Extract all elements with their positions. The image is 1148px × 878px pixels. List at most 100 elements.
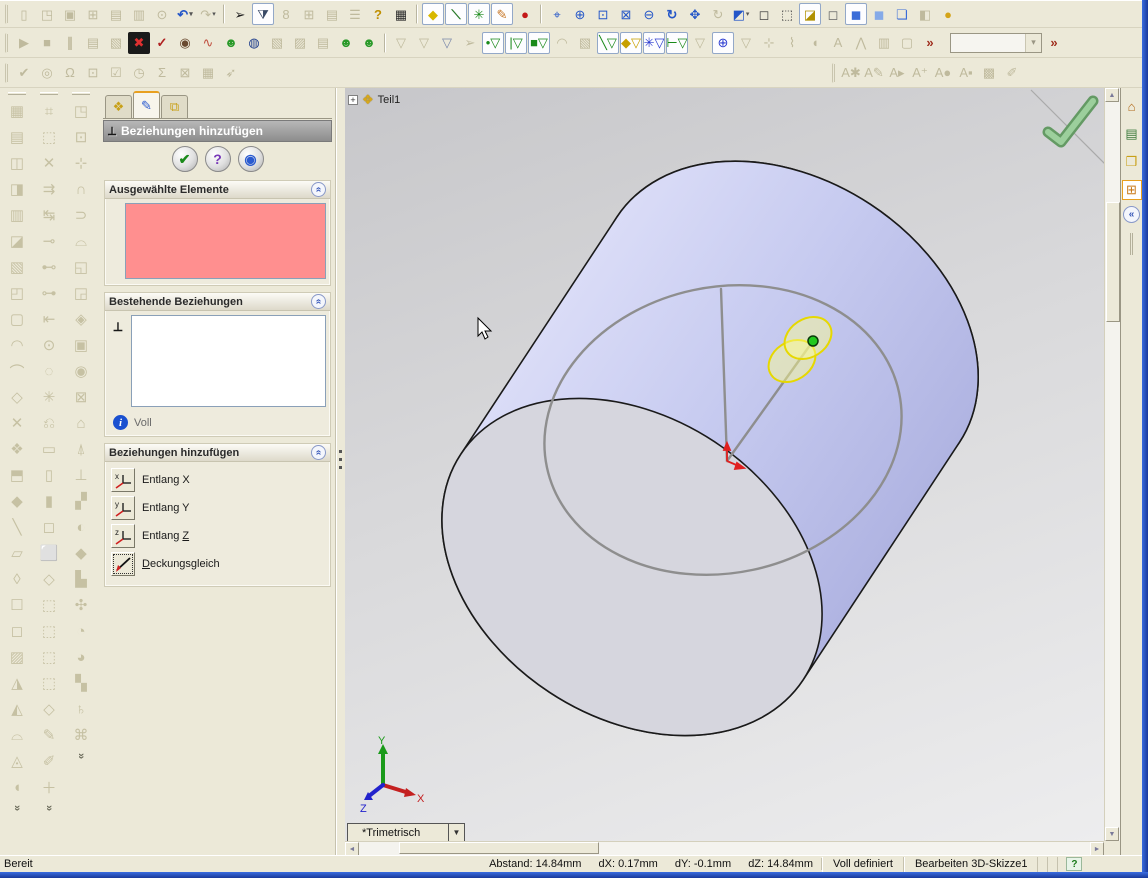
help-button[interactable]: ?	[205, 146, 231, 172]
filter-sketches-button[interactable]: ◆▽	[620, 32, 642, 54]
sketch-tool-button[interactable]: ✎	[37, 723, 61, 747]
surface-tool-button[interactable]: ◳	[69, 99, 93, 123]
feature-tool-button[interactable]: ▨	[5, 645, 29, 669]
feature-tool-button[interactable]: ▦	[5, 99, 29, 123]
sketch-tool-button[interactable]: ⬚	[37, 125, 61, 149]
deviation-analysis-button[interactable]: ⊠	[174, 62, 196, 84]
3d-sketch-line-button[interactable]: ⟍	[445, 3, 467, 25]
sketch-tool-button[interactable]: ▭	[37, 437, 61, 461]
3d-sketch-button[interactable]: ✎	[491, 3, 513, 25]
feature-tool-button[interactable]: ◫	[5, 151, 29, 175]
group-header[interactable]: Bestehende Beziehungen «	[105, 293, 330, 311]
filter-sketch-points-button[interactable]: ✳▽	[643, 32, 665, 54]
surface-tool-button[interactable]: ◉	[69, 359, 93, 383]
sketch-tool-button[interactable]: ⬜	[37, 541, 61, 565]
command-combobox[interactable]: ▾	[950, 33, 1042, 53]
graphics-viewport[interactable]: Y X Z + ❖ Teil1	[345, 88, 1104, 841]
toolbar-overflow-button[interactable]: »	[1043, 32, 1065, 54]
hidden-lines-visible-button[interactable]: ⬚	[776, 3, 798, 25]
surface-tool-button[interactable]: ✣	[69, 593, 93, 617]
vertical-scroll-thumb[interactable]	[1106, 202, 1120, 322]
feature-tool-button[interactable]: ▧	[5, 255, 29, 279]
sketch-tool-button[interactable]: ⊷	[37, 255, 61, 279]
toolbar-overflow-button[interactable]: »	[10, 796, 24, 820]
wireframe-button[interactable]: ◻	[753, 3, 775, 25]
feature-tool-button[interactable]: ◇	[5, 385, 29, 409]
toolbar-grip[interactable]	[5, 33, 10, 53]
panel-splitter[interactable]	[336, 88, 345, 855]
zoom-to-area-button[interactable]: ⊡	[592, 3, 614, 25]
zoom-out-button[interactable]: ⊖	[638, 3, 660, 25]
feature-tool-button[interactable]: ⬒	[5, 463, 29, 487]
draft-quality-hlr-button[interactable]: ◪	[799, 3, 821, 25]
orientation-arrow-icon[interactable]: ▼	[448, 824, 464, 841]
open-document-button[interactable]: ◳	[36, 3, 58, 25]
find-button[interactable]: ⊙	[151, 3, 173, 25]
feature-tool-button[interactable]: ◪	[5, 229, 29, 253]
walkthrough2-button[interactable]: ☻	[335, 32, 357, 54]
clear-all-filters-button[interactable]: ▽	[413, 32, 435, 54]
collapse-taskpane-button[interactable]: «	[1123, 206, 1140, 223]
surface-tool-button[interactable]: ⊡	[69, 125, 93, 149]
spell-check-button[interactable]: ✔	[13, 62, 35, 84]
print-button[interactable]: ▥	[128, 3, 150, 25]
balloon-button[interactable]: A●	[932, 62, 954, 84]
units-button[interactable]: ▤	[321, 3, 343, 25]
sketch-tool-button[interactable]: ↹	[37, 203, 61, 227]
surface-tool-button[interactable]: ◐	[69, 515, 93, 539]
options-list-button[interactable]: ☰	[344, 3, 366, 25]
filter-routing-button[interactable]: ⌇	[781, 32, 803, 54]
save-annotation-button[interactable]: A▪	[955, 62, 977, 84]
surface-tool-button[interactable]: ▞	[69, 489, 93, 513]
sketch-tool-button[interactable]: ⬚	[37, 645, 61, 669]
horizontal-scroll-thumb[interactable]	[399, 842, 599, 854]
point-button[interactable]: ✳	[468, 3, 490, 25]
filter-planes-button[interactable]: ▽	[735, 32, 757, 54]
along-z-button[interactable]: z	[111, 524, 135, 548]
sketch-tool-button[interactable]: ▮	[37, 489, 61, 513]
featuremanager-tab[interactable]: ❖	[105, 95, 132, 118]
filter-surfaces-button[interactable]: ◠	[551, 32, 573, 54]
selected-entities-list[interactable]	[125, 203, 326, 279]
stop-button[interactable]: ■	[36, 32, 58, 54]
grid-button[interactable]: ⊞	[298, 3, 320, 25]
confirmation-check-icon[interactable]	[1048, 101, 1093, 142]
coincident-button[interactable]	[111, 552, 135, 576]
collapse-chevron-icon[interactable]: «	[311, 445, 326, 460]
copy-settings-button[interactable]: ▤	[82, 32, 104, 54]
shaded-button[interactable]: ◼	[868, 3, 890, 25]
scroll-right-icon[interactable]: ►	[1090, 842, 1104, 856]
vertical-scrollbar[interactable]: ▲ ▼	[1104, 88, 1120, 841]
area-hatch-button[interactable]: ▩	[978, 62, 1000, 84]
surface-tool-button[interactable]: ⍋	[69, 437, 93, 461]
surface-tool-button[interactable]: ◱	[69, 255, 93, 279]
filter-notes-button[interactable]: A	[827, 32, 849, 54]
sketch-tool-button[interactable]: ⬚	[37, 593, 61, 617]
surface-tool-button[interactable]: ◕	[69, 645, 93, 669]
add-symbol-button[interactable]: A⁺	[909, 62, 931, 84]
toolbar-grip[interactable]	[5, 4, 10, 24]
surface-tool-button[interactable]: ♄	[69, 697, 93, 721]
sketch-tool-button[interactable]: ◇	[37, 697, 61, 721]
shadows-in-shaded-button[interactable]: ❏	[891, 3, 913, 25]
sketch-tool-button[interactable]: ⊸	[37, 229, 61, 253]
filter-weld-beads-button[interactable]: ⋀	[850, 32, 872, 54]
curvature-button[interactable]: ➶	[220, 62, 242, 84]
feature-tool-button[interactable]: ▢	[5, 307, 29, 331]
help-button[interactable]: ?	[367, 3, 389, 25]
surface-tool-button[interactable]: ⊃	[69, 203, 93, 227]
sketch-tool-button[interactable]: ⊙	[37, 333, 61, 357]
sketch-tool-button[interactable]: ⎌	[37, 411, 61, 435]
plane-button[interactable]: ◆	[422, 3, 444, 25]
surface-tool-button[interactable]: ⊹	[69, 151, 93, 175]
sketch-tool-button[interactable]: ⬚	[37, 619, 61, 643]
filter-points-button[interactable]: ⊹	[758, 32, 780, 54]
shaded-with-edges-button[interactable]: ◼	[845, 3, 867, 25]
globe-button[interactable]: ◍	[243, 32, 265, 54]
quick-tips-icon[interactable]: ?	[1066, 857, 1082, 871]
configurationmanager-tab[interactable]: ⧉	[161, 95, 188, 118]
feature-tool-button[interactable]: ▤	[5, 125, 29, 149]
filter-dimensions-button[interactable]: ⊢▽	[666, 32, 688, 54]
surface-tool-button[interactable]: ◆	[69, 541, 93, 565]
fold-button[interactable]: ▤	[312, 32, 334, 54]
